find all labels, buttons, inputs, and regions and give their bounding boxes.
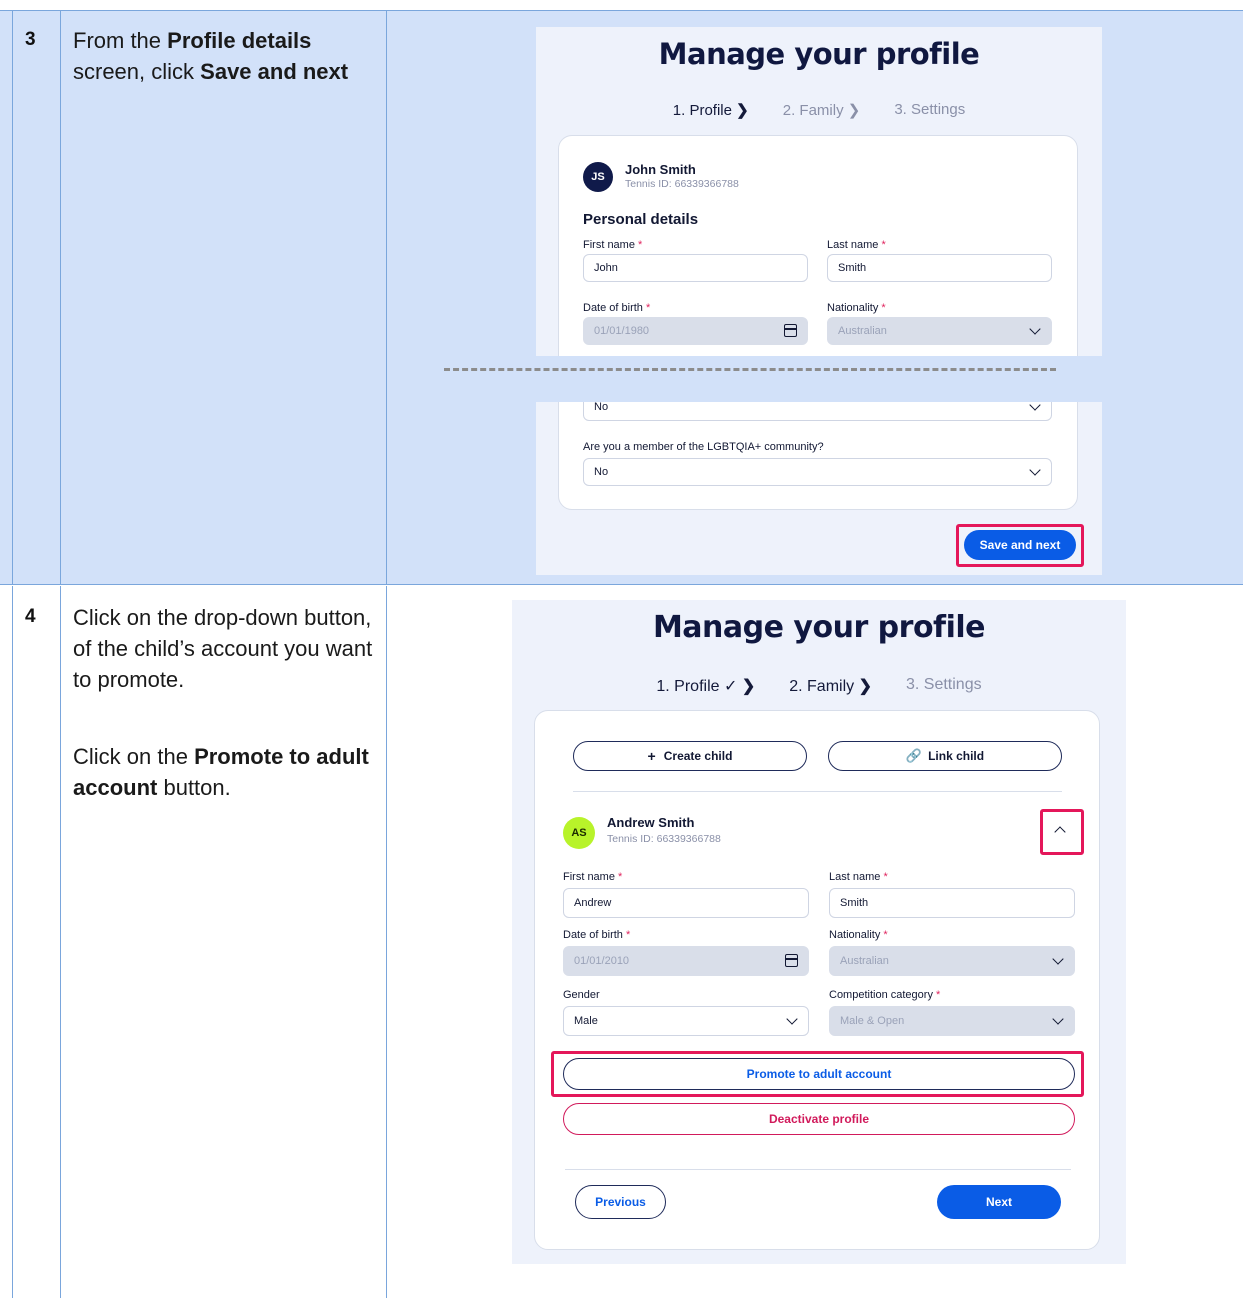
step-family[interactable]: 2. Family ❯ (783, 101, 861, 119)
family-screenshot: Manage your profile 1. Profile ✓ ❯ 2. Fa… (512, 600, 1126, 1264)
highlight-box (956, 524, 1084, 567)
family-card: + Create child 🔗 Link child AS Andrew Smit… (534, 710, 1100, 1250)
step-family[interactable]: 2. Family ❯ (789, 676, 872, 696)
next-button[interactable]: Next (937, 1185, 1061, 1219)
create-child-button[interactable]: + Create child (573, 741, 807, 771)
chevron-down-icon (1029, 464, 1041, 476)
chevron-down-icon (1029, 323, 1041, 335)
stepper: 1. Profile ✓ ❯ 2. Family ❯ 3. Settings (512, 676, 1126, 696)
section-title: Personal details (583, 211, 699, 228)
lgbt-select[interactable]: No (583, 458, 1052, 486)
profile-details-screenshot: Manage your profile 1. Profile ❯ 2. Fami… (536, 27, 1102, 575)
nationality-select[interactable]: Australian (827, 317, 1052, 345)
cut-indicator (536, 356, 1102, 402)
previous-button[interactable]: Previous (575, 1185, 666, 1219)
link-icon: 🔗 (905, 748, 923, 763)
chevron-down-icon (1052, 953, 1064, 965)
divider (573, 791, 1062, 792)
first-name-label: First name * (583, 239, 643, 251)
step-number: 4 (25, 606, 36, 627)
last-name-input[interactable]: Smith (827, 254, 1052, 282)
calendar-icon (785, 954, 798, 967)
highlight-box (1040, 809, 1084, 855)
stepper: 1. Profile ❯ 2. Family ❯ 3. Settings (536, 101, 1102, 119)
profile-card: JS John Smith Tennis ID: 66339366788 Per… (558, 135, 1078, 510)
step-instruction: From the Profile details screen, click S… (73, 28, 349, 84)
dashed-cut-line (444, 368, 1056, 371)
last-name-label: Last name * (829, 871, 888, 883)
check-icon: ✓ (723, 678, 738, 695)
last-name-label: Last name * (827, 239, 886, 251)
competition-select[interactable]: Male & Open (829, 1006, 1075, 1036)
step-number: 3 (25, 29, 36, 50)
plus-icon: + (647, 748, 656, 764)
page-title: Manage your profile (652, 610, 986, 645)
divider (565, 1169, 1071, 1170)
chevron-down-icon (786, 1013, 798, 1025)
dob-label: Date of birth * (563, 929, 631, 941)
avatar: AS (563, 817, 595, 849)
nationality-select[interactable]: Australian (829, 946, 1075, 976)
gender-label: Gender (563, 989, 600, 1001)
chevron-right-icon: ❯ (741, 678, 756, 695)
first-name-input[interactable]: Andrew (563, 888, 809, 918)
child-name: Andrew Smith (607, 815, 695, 830)
deactivate-profile-button[interactable]: Deactivate profile (563, 1103, 1075, 1135)
step-profile[interactable]: 1. Profile ✓ ❯ (656, 676, 755, 696)
link-child-button[interactable]: 🔗 Link child (828, 741, 1062, 771)
dob-input[interactable]: 01/01/1980 (583, 317, 808, 345)
gender-select[interactable]: Male (563, 1006, 809, 1036)
nationality-label: Nationality * (827, 302, 886, 314)
lgbt-label: Are you a member of the LGBTQIA+ communi… (583, 441, 824, 453)
instruction-table: 3 From the Profile details screen, click… (0, 10, 1243, 1298)
chevron-right-icon: ❯ (858, 678, 872, 695)
chevron-down-icon (1052, 1013, 1064, 1025)
first-name-label: First name * (563, 871, 623, 883)
user-name: John Smith (625, 162, 696, 177)
dob-input[interactable]: 01/01/2010 (563, 946, 809, 976)
avatar: JS (583, 162, 613, 192)
step-row-3: 3 From the Profile details screen, click… (0, 10, 1243, 585)
chevron-right-icon: ❯ (847, 102, 861, 119)
last-name-input[interactable]: Smith (829, 888, 1075, 918)
step-settings[interactable]: 3. Settings (894, 101, 965, 119)
step-instruction: Click on the drop-down button, of the ch… (73, 605, 373, 800)
competition-label: Competition category * (829, 989, 941, 1001)
first-name-input[interactable]: John (583, 254, 808, 282)
tennis-id: Tennis ID: 66339366788 (607, 833, 721, 845)
tennis-id: Tennis ID: 66339366788 (625, 178, 739, 190)
highlight-box (551, 1051, 1084, 1097)
nationality-label: Nationality * (829, 929, 888, 941)
step-profile[interactable]: 1. Profile ❯ (673, 101, 749, 119)
calendar-icon (784, 324, 797, 337)
step-settings[interactable]: 3. Settings (906, 676, 982, 696)
page-title: Manage your profile (658, 37, 980, 71)
chevron-right-icon: ❯ (736, 102, 749, 119)
dob-label: Date of birth * (583, 302, 651, 314)
